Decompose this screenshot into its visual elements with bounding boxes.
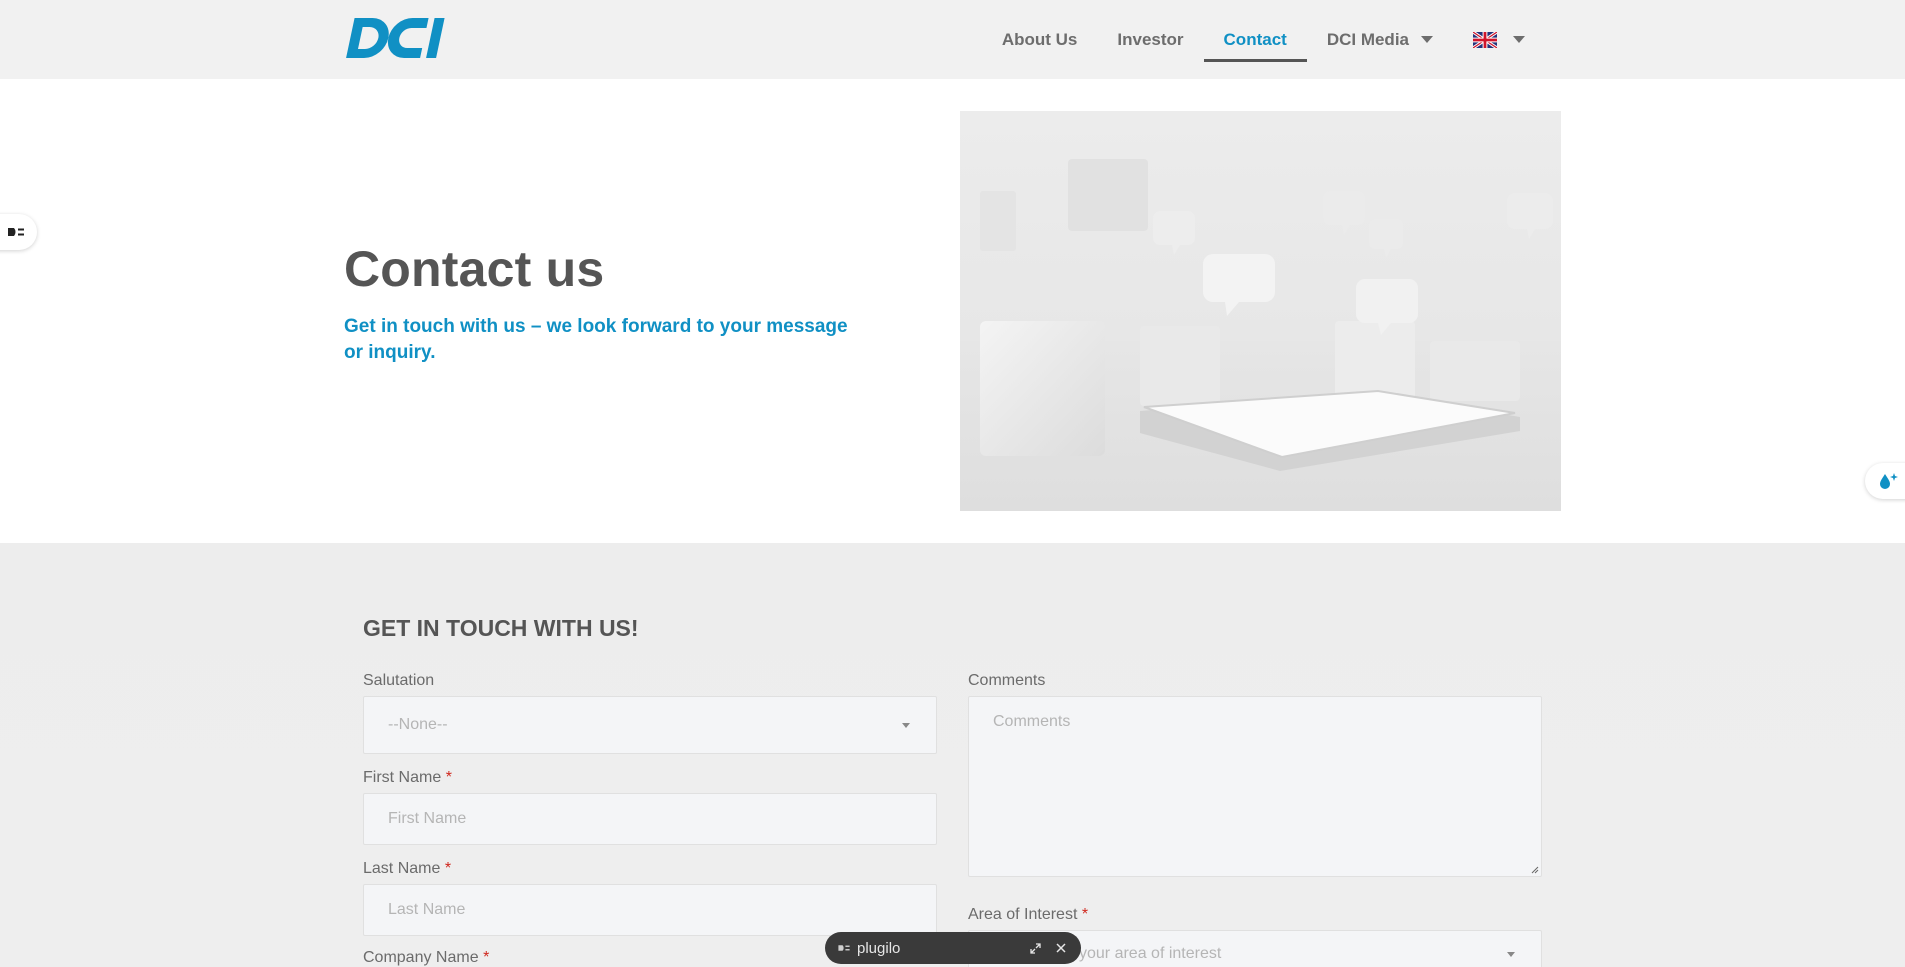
main-nav: About Us Investor Contact DCI Media [982,0,1545,79]
required-marker: * [483,949,490,966]
site-header: About Us Investor Contact DCI Media [0,0,1905,79]
expand-button[interactable] [1027,940,1043,956]
first-name-field[interactable]: First Name [363,793,937,845]
hero-image [960,111,1561,511]
language-selector[interactable] [1453,0,1545,79]
close-icon [1056,943,1066,953]
expand-icon [1029,942,1041,954]
nav-investor[interactable]: Investor [1097,0,1203,79]
last-name-label: Last Name * [363,860,452,877]
area-of-interest-label: Area of Interest * [968,906,1089,923]
comments-placeholder: Comments [993,713,1071,730]
page-subtitle: Get in touch with us – we look forward t… [344,316,848,363]
chevron-down-icon [1507,952,1515,957]
first-name-placeholder: First Name [388,810,467,827]
required-marker: * [444,860,452,877]
nav-investor-label: Investor [1117,29,1184,49]
required-marker: * [445,769,452,786]
close-button[interactable] [1053,940,1069,956]
comments-textarea[interactable]: Comments [968,696,1542,877]
plugilo-bar[interactable]: plugilo [825,932,1081,964]
nav-contact[interactable]: Contact [1203,0,1308,79]
plugilo-label: plugilo [857,939,901,957]
last-name-placeholder: Last Name [388,901,466,918]
plugilo-side-tab[interactable] [0,214,37,250]
hero-illustration [960,159,1561,511]
page-title: Contact us [344,241,605,297]
company-name-label: Company Name * [363,949,490,966]
chevron-down-icon [1513,36,1525,43]
last-name-field[interactable]: Last Name [363,884,937,936]
chevron-down-icon [902,723,910,728]
nav-dci-media[interactable]: DCI Media [1307,0,1453,79]
plug-icon [838,945,850,951]
water-drop-icon [1880,473,1898,489]
resize-handle-icon[interactable] [1531,866,1539,874]
nav-about-us-label: About Us [1001,29,1078,49]
chevron-down-icon [1421,36,1433,43]
salutation-label: Salutation [363,672,435,689]
area-of-interest-placeholder: your area of interest [1079,945,1222,962]
salutation-select[interactable]: --None-- [363,696,937,754]
form-title: GET IN TOUCH WITH US! [363,615,639,641]
uk-flag-icon [1473,31,1497,48]
theme-side-tab[interactable] [1865,463,1905,499]
comments-label: Comments [968,672,1046,689]
nav-dci-media-label: DCI Media [1326,29,1409,49]
plug-icon [7,228,24,236]
required-marker: * [1081,906,1089,923]
nav-about-us[interactable]: About Us [982,0,1098,79]
dci-logo[interactable] [345,16,455,60]
salutation-value: --None-- [388,716,448,733]
first-name-label: First Name * [363,769,452,786]
contact-form-section: GET IN TOUCH WITH US! Salutation --None-… [0,543,1905,967]
nav-contact-label: Contact [1223,29,1287,49]
